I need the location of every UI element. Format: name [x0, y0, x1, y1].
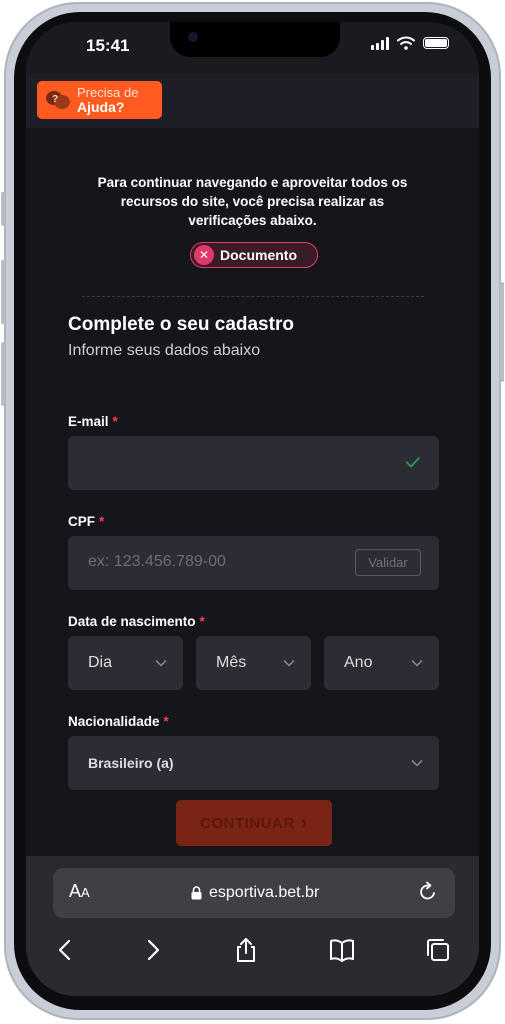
- required-mark: *: [199, 614, 205, 629]
- wifi-icon: [397, 36, 415, 50]
- verification-notice: Para continuar navegando e aproveitar to…: [97, 175, 408, 228]
- cpf-field[interactable]: ex: 123.456.789-00 Validar: [68, 536, 439, 590]
- check-icon: [406, 457, 420, 468]
- document-pill-label: Documento: [220, 247, 297, 263]
- month-select[interactable]: Mês: [196, 636, 311, 690]
- day-select-value: Dia: [88, 654, 113, 671]
- chevron-down-icon: [155, 659, 167, 667]
- chevron-down-icon: [411, 659, 423, 667]
- back-icon[interactable]: [52, 936, 80, 964]
- nationality-label: Nacionalidade *: [68, 714, 169, 729]
- camera-icon: [188, 32, 198, 42]
- form-title: Complete o seu cadastro: [68, 314, 294, 335]
- chat-bubbles-icon: ?: [46, 91, 70, 109]
- required-mark: *: [163, 714, 169, 729]
- month-select-value: Mês: [216, 654, 247, 671]
- status-time: 15:41: [86, 36, 130, 55]
- birthdate-label-text: Data de nascimento: [68, 614, 196, 629]
- volume-down-button: [1, 342, 5, 406]
- lock-icon: [191, 886, 202, 900]
- chevron-down-icon: [283, 659, 295, 667]
- site-header: ? Precisa de Ajuda?: [26, 74, 479, 128]
- battery-icon: [423, 37, 449, 49]
- cpf-label: CPF *: [68, 514, 104, 529]
- birthdate-label: Data de nascimento *: [68, 614, 205, 629]
- volume-up-button: [1, 260, 5, 324]
- continue-label: CONTINUAR: [200, 814, 295, 832]
- nationality-select[interactable]: Brasileiro (a): [68, 736, 439, 790]
- share-icon[interactable]: [232, 936, 260, 964]
- help-line2: Ajuda?: [77, 99, 125, 115]
- cpf-placeholder: ex: 123.456.789-00: [88, 553, 226, 570]
- form-subtitle: Informe seus dados abaixo: [68, 342, 261, 359]
- chevron-down-icon: [411, 759, 423, 767]
- year-select[interactable]: Ano: [324, 636, 439, 690]
- tabs-icon[interactable]: [424, 936, 452, 964]
- help-button[interactable]: ? Precisa de Ajuda?: [37, 81, 162, 119]
- power-button: [500, 282, 504, 382]
- nationality-select-value: Brasileiro (a): [88, 755, 174, 771]
- aa-big: A: [69, 881, 82, 901]
- help-text: Precisa de Ajuda?: [77, 85, 139, 115]
- reload-icon[interactable]: [417, 881, 439, 903]
- address-bar[interactable]: AA esportiva.bet.br: [53, 868, 455, 918]
- divider: [82, 296, 424, 297]
- url-display[interactable]: esportiva.bet.br: [191, 884, 319, 902]
- bookmarks-icon[interactable]: [328, 936, 356, 964]
- svg-text:?: ?: [52, 94, 58, 105]
- url-text: esportiva.bet.br: [209, 884, 320, 901]
- signal-icon: [371, 36, 389, 50]
- required-mark: *: [112, 414, 118, 429]
- browser-toolbar: AA esportiva.bet.br: [26, 856, 479, 996]
- validate-button[interactable]: Validar: [355, 549, 421, 576]
- email-field[interactable]: [68, 436, 439, 490]
- cpf-label-text: CPF: [68, 514, 95, 529]
- forward-icon[interactable]: [138, 936, 166, 964]
- notch: [170, 22, 340, 57]
- browser-nav: [26, 932, 479, 972]
- status-icons: [371, 36, 449, 50]
- day-select[interactable]: Dia: [68, 636, 183, 690]
- email-label: E-mail *: [68, 414, 118, 429]
- document-status-pill[interactable]: ✕ Documento: [190, 242, 318, 268]
- close-icon: ✕: [194, 245, 214, 265]
- required-mark: *: [99, 514, 105, 529]
- email-label-text: E-mail: [68, 414, 109, 429]
- status-bar: 15:41: [26, 22, 479, 74]
- aa-small: A: [81, 885, 90, 900]
- mute-switch: [1, 192, 5, 226]
- text-size-button[interactable]: AA: [69, 881, 90, 902]
- screen: 15:41 ? Precisa de Ajuda? Para continuar…: [26, 22, 479, 996]
- chevron-right-icon: ›: [300, 811, 308, 834]
- nationality-label-text: Nacionalidade: [68, 714, 160, 729]
- help-line1: Precisa de: [77, 85, 139, 100]
- year-select-value: Ano: [344, 654, 373, 671]
- continue-button[interactable]: CONTINUAR ›: [176, 800, 332, 846]
